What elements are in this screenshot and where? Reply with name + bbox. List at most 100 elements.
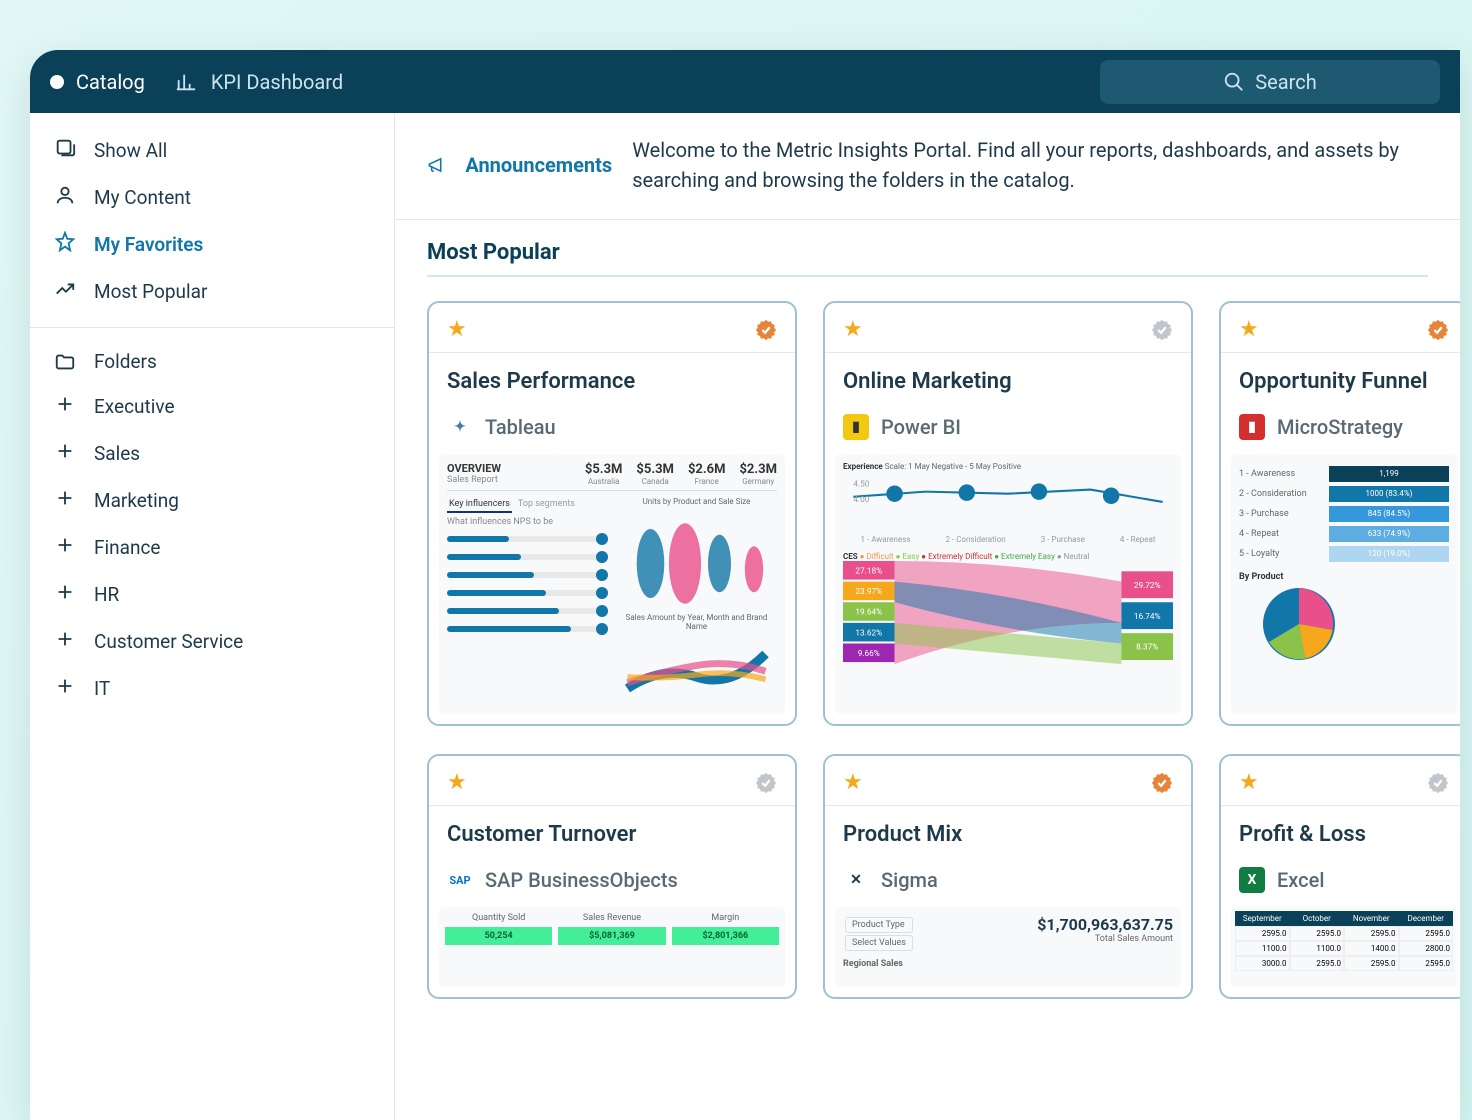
svg-text:4.00: 4.00 (853, 495, 869, 505)
folders-label: Folders (94, 350, 157, 373)
sidebar-item-show-all[interactable]: Show All (30, 127, 394, 174)
card-source: SAPSAP BusinessObjects (429, 867, 795, 907)
sidebar-separator (30, 327, 394, 328)
dashboard-tab[interactable]: KPI Dashboard (175, 70, 343, 94)
source-label: Excel (1277, 868, 1324, 892)
source-label: MicroStrategy (1277, 415, 1403, 439)
sidebar-item-my-favorites[interactable]: My Favorites (30, 221, 394, 268)
sidebar-folder-hr[interactable]: HR (30, 571, 394, 618)
user-icon (54, 184, 76, 211)
card-title: Product Mix (825, 806, 1191, 867)
sidebar-item-label: My Content (94, 186, 191, 209)
folder-label: HR (94, 583, 119, 606)
folder-label: Customer Service (94, 630, 243, 653)
folder-label: Executive (94, 395, 175, 418)
card-title: Opportunity Funnel (1221, 353, 1460, 414)
card-title: Customer Turnover (429, 806, 795, 867)
certified-badge-icon (1427, 772, 1449, 794)
certified-badge-icon (1427, 319, 1449, 341)
svg-text:9.66%: 9.66% (858, 649, 880, 659)
card-title: Online Marketing (825, 353, 1191, 414)
plus-icon (54, 487, 76, 514)
card-preview: Experience Scale: 1 May Negative - 5 May… (835, 454, 1181, 714)
report-card[interactable]: ★ Customer TurnoverSAPSAP BusinessObjects… (427, 754, 797, 999)
stack-icon (54, 137, 76, 164)
sidebar-folders-header[interactable]: Folders (30, 340, 394, 383)
plus-icon (54, 628, 76, 655)
sidebar: Show All My Content My Favorites Most Popul… (30, 113, 395, 1120)
source-label: Sigma (881, 868, 938, 892)
card-preview: Quantity Sold50,254Sales Revenue$5,081,3… (439, 907, 785, 987)
plus-icon (54, 440, 76, 467)
folder-label: Marketing (94, 489, 179, 512)
app-window: Catalog KPI Dashboard Search Show All My … (30, 50, 1460, 1120)
plus-icon (54, 581, 76, 608)
catalog-dot-icon (50, 75, 64, 89)
star-icon[interactable]: ★ (447, 317, 467, 342)
folder-icon (54, 351, 76, 373)
sidebar-folder-customer-service[interactable]: Customer Service (30, 618, 394, 665)
folder-label: IT (94, 677, 110, 700)
catalog-button[interactable]: Catalog (50, 70, 145, 94)
report-card[interactable]: ★ Product Mix✕SigmaProduct TypeSelect Val… (823, 754, 1193, 999)
star-icon[interactable]: ★ (447, 770, 467, 795)
report-card[interactable]: ★ Opportunity Funnel▮MicroStrategy1 - Awa… (1219, 301, 1460, 726)
card-source: ✕Sigma (825, 867, 1191, 907)
source-label: SAP BusinessObjects (485, 868, 678, 892)
star-icon[interactable]: ★ (843, 317, 863, 342)
main: Announcements Welcome to the Metric Insi… (395, 113, 1460, 1120)
sidebar-item-my-content[interactable]: My Content (30, 174, 394, 221)
star-icon[interactable]: ★ (1239, 770, 1259, 795)
sidebar-folder-executive[interactable]: Executive (30, 383, 394, 430)
certified-badge-icon (1151, 319, 1173, 341)
sidebar-item-most-popular[interactable]: Most Popular (30, 268, 394, 315)
card-source: ▮Power BI (825, 414, 1191, 454)
card-row: ★ Customer TurnoverSAPSAP BusinessObjects… (395, 740, 1460, 1013)
search-placeholder: Search (1255, 70, 1316, 94)
catalog-label: Catalog (76, 70, 145, 94)
folder-label: Finance (94, 536, 160, 559)
card-header: ★ (1221, 303, 1460, 353)
svg-text:27.18%: 27.18% (855, 566, 882, 576)
sidebar-folder-sales[interactable]: Sales (30, 430, 394, 477)
star-icon[interactable]: ★ (1239, 317, 1259, 342)
card-preview: 1 - Awareness1,1992 - Consideration1000 … (1231, 454, 1457, 714)
report-card[interactable]: ★Profit & LossXExcelSeptemberOctoberNove… (1219, 754, 1460, 999)
sidebar-folder-finance[interactable]: Finance (30, 524, 394, 571)
section-title: Most Popular (427, 240, 1428, 277)
svg-text:23.97%: 23.97% (855, 587, 882, 597)
source-label: Power BI (881, 415, 961, 439)
body: Show All My Content My Favorites Most Popul… (30, 113, 1460, 1120)
plus-icon (54, 534, 76, 561)
card-source: XExcel (1221, 867, 1460, 907)
star-icon[interactable]: ★ (843, 770, 863, 795)
topbar: Catalog KPI Dashboard Search (30, 50, 1460, 113)
sidebar-folder-marketing[interactable]: Marketing (30, 477, 394, 524)
card-source: ✦Tableau (429, 414, 795, 454)
sidebar-item-label: Show All (94, 139, 167, 162)
bar-chart-icon (175, 71, 197, 93)
announcement-title: Announcements (465, 153, 612, 177)
card-source: ▮MicroStrategy (1221, 414, 1460, 454)
search-input[interactable]: Search (1100, 60, 1440, 104)
svg-text:19.64%: 19.64% (855, 608, 882, 618)
card-preview: SeptemberOctoberNovemberDecember2595.025… (1231, 907, 1457, 987)
search-icon (1223, 71, 1245, 93)
card-preview: Product TypeSelect Values$1,700,963,637.… (835, 907, 1181, 987)
report-card[interactable]: ★Sales Performance✦TableauOVERVIEWSales … (427, 301, 797, 726)
svg-text:16.74%: 16.74% (1134, 612, 1161, 622)
announcement-text: Welcome to the Metric Insights Portal. F… (632, 135, 1428, 195)
svg-text:29.72%: 29.72% (1134, 581, 1161, 591)
svg-text:8.37%: 8.37% (1136, 643, 1158, 653)
certified-badge-icon (755, 319, 777, 341)
report-card[interactable]: ★ Online Marketing▮Power BIExperience Sca… (823, 301, 1193, 726)
plus-icon (54, 675, 76, 702)
trend-icon (54, 278, 76, 305)
card-preview: OVERVIEWSales Report$5.3MAustralia$5.3MC… (439, 454, 785, 714)
card-header: ★ (825, 303, 1191, 353)
announcement-bar: Announcements Welcome to the Metric Insi… (395, 113, 1460, 220)
plus-icon (54, 393, 76, 420)
certified-badge-icon (755, 772, 777, 794)
sidebar-folder-it[interactable]: IT (30, 665, 394, 712)
sidebar-item-label: My Favorites (94, 233, 203, 256)
